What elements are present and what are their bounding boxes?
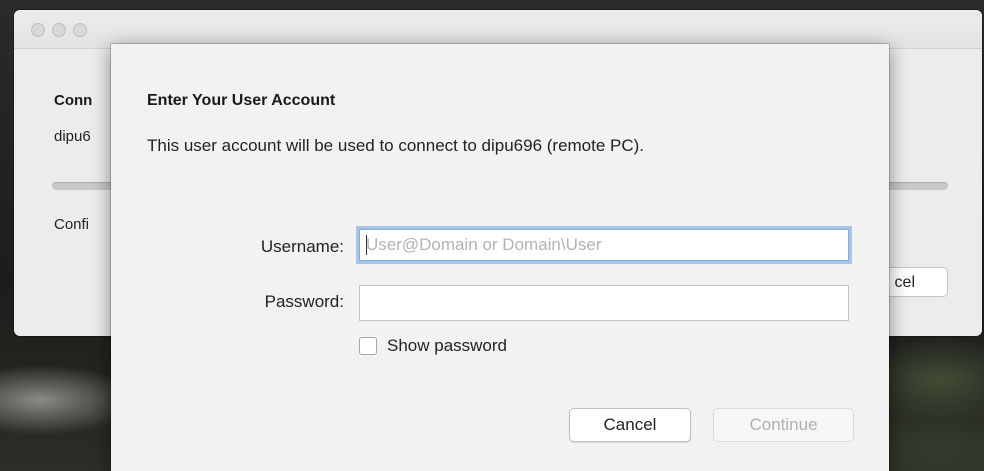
show-password-label: Show password: [387, 336, 508, 355]
close-window-button[interactable]: [31, 23, 45, 37]
user-account-dialog: Enter Your User Account This user accoun…: [111, 44, 889, 471]
cancel-button[interactable]: Cancel: [569, 408, 691, 442]
password-field[interactable]: [359, 285, 849, 321]
connection-target: dipu6: [54, 128, 91, 145]
username-field[interactable]: [359, 229, 849, 261]
username-label: Username:: [260, 237, 344, 256]
show-password-checkbox[interactable]: [359, 337, 377, 355]
text-caret: [366, 235, 367, 255]
minimize-window-button[interactable]: [52, 23, 66, 37]
dialog-title: Enter Your User Account: [147, 92, 336, 109]
password-label: Password:: [264, 292, 344, 311]
connection-status: Confi: [54, 216, 90, 233]
show-password-option[interactable]: Show password: [359, 334, 507, 358]
dialog-description: This user account will be used to connec…: [147, 136, 645, 155]
zoom-window-button[interactable]: [73, 23, 87, 37]
connection-heading: Conn: [54, 92, 93, 109]
continue-button[interactable]: Continue: [713, 408, 854, 442]
